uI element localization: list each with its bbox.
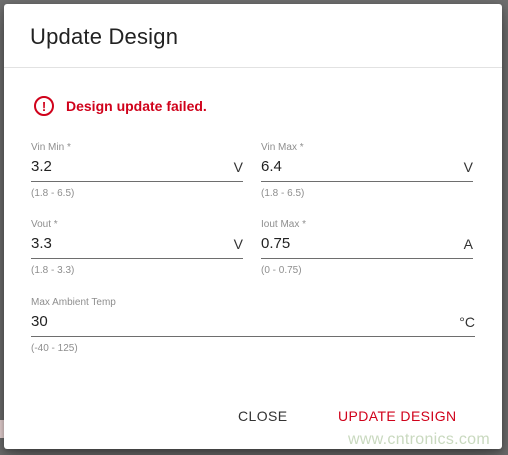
vin-min-unit: V bbox=[233, 159, 243, 175]
vin-min-hint: (1.8 - 6.5) bbox=[31, 188, 75, 199]
error-banner: ! Design update failed. bbox=[34, 96, 207, 116]
update-design-dialog: Update Design ! Design update failed. Vi… bbox=[4, 4, 502, 449]
vin-max-input[interactable]: 6.4 V bbox=[261, 156, 473, 182]
vin-min-field: Vin Min * 3.2 V (1.8 - 6.5) bbox=[31, 142, 243, 199]
vin-max-value[interactable]: 6.4 bbox=[261, 158, 464, 175]
iout-max-label: Iout Max * bbox=[261, 219, 307, 230]
dialog-title: Update Design bbox=[30, 24, 179, 49]
vin-max-unit: V bbox=[463, 159, 473, 175]
error-message: Design update failed. bbox=[66, 98, 207, 114]
max-ambient-temp-label: Max Ambient Temp bbox=[31, 297, 116, 308]
iout-max-value[interactable]: 0.75 bbox=[261, 235, 464, 252]
max-ambient-temp-unit: °C bbox=[459, 314, 475, 330]
vout-field: Vout * 3.3 V (1.8 - 3.3) bbox=[31, 219, 243, 276]
close-button[interactable]: CLOSE bbox=[238, 408, 287, 424]
iout-max-input[interactable]: 0.75 A bbox=[261, 233, 473, 259]
max-ambient-temp-input[interactable]: 30 °C bbox=[31, 311, 475, 337]
vin-max-field: Vin Max * 6.4 V (1.8 - 6.5) bbox=[261, 142, 473, 199]
vout-value[interactable]: 3.3 bbox=[31, 235, 234, 252]
watermark: www.cntronics.com bbox=[347, 431, 490, 448]
iout-max-field: Iout Max * 0.75 A (0 - 0.75) bbox=[261, 219, 473, 276]
vin-min-value[interactable]: 3.2 bbox=[31, 158, 234, 175]
vout-input[interactable]: 3.3 V bbox=[31, 233, 243, 259]
vin-max-hint: (1.8 - 6.5) bbox=[261, 188, 305, 199]
vin-min-label: Vin Min * bbox=[31, 142, 71, 153]
max-ambient-temp-field: Max Ambient Temp 30 °C (-40 - 125) bbox=[31, 297, 475, 354]
error-alert-icon: ! bbox=[34, 96, 54, 116]
iout-max-unit: A bbox=[463, 236, 473, 252]
max-ambient-temp-hint: (-40 - 125) bbox=[31, 343, 78, 354]
max-ambient-temp-value[interactable]: 30 bbox=[31, 313, 459, 330]
vout-hint: (1.8 - 3.3) bbox=[31, 265, 75, 276]
title-divider bbox=[4, 67, 502, 68]
vout-unit: V bbox=[233, 236, 243, 252]
iout-max-hint: (0 - 0.75) bbox=[261, 265, 302, 276]
vin-max-label: Vin Max * bbox=[261, 142, 304, 153]
update-design-button[interactable]: UPDATE DESIGN bbox=[338, 408, 457, 424]
vout-label: Vout * bbox=[31, 219, 58, 230]
vin-min-input[interactable]: 3.2 V bbox=[31, 156, 243, 182]
